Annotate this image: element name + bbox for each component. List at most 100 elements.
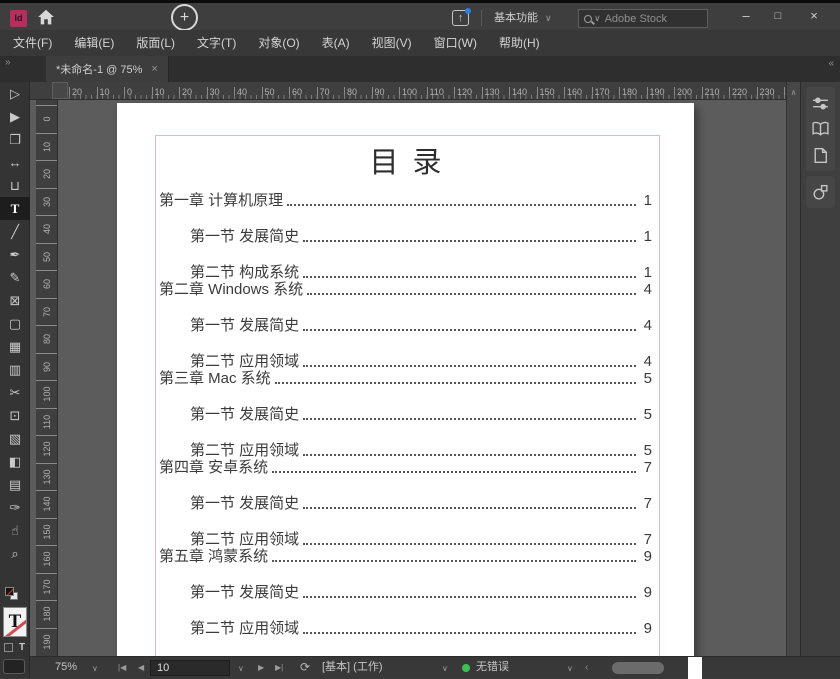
toc-entry[interactable]: 第一节 发展简史 4 xyxy=(159,315,652,336)
horizontal-grid-tool[interactable]: ▦ xyxy=(0,335,30,358)
toc-entry[interactable]: 第四章 安卓系统 7 xyxy=(159,457,652,478)
ruler-label: 120 xyxy=(454,87,482,99)
ruler-label: 190 xyxy=(36,627,57,656)
toc-entry-label: 第二章 Windows 系统 xyxy=(159,281,304,298)
gradient-feather-tool[interactable]: ◧ xyxy=(0,450,30,473)
last-page-button[interactable]: ▶| xyxy=(275,657,283,678)
toc-entry[interactable]: 第一节 发展简史 1 xyxy=(159,226,652,247)
toc-entry[interactable]: 第五章 鸿蒙系统 9 xyxy=(159,546,652,567)
menu-item[interactable]: 版面(L) xyxy=(125,30,186,56)
ruler-label: 70 xyxy=(316,87,345,99)
direct-selection-tool[interactable]: ▶ xyxy=(0,105,30,128)
toc-page-number: 1 xyxy=(643,192,652,209)
toc-entry[interactable]: 第一节 发展简史 5 xyxy=(159,404,652,425)
page-chevron-icon[interactable]: ∨ xyxy=(238,658,244,679)
menu-item[interactable]: 窗口(W) xyxy=(423,30,488,56)
horizontal-scrollbar-thumb[interactable] xyxy=(612,662,664,674)
toc-entry[interactable]: 第一章 计算机原理 1 xyxy=(159,190,652,211)
menu-item[interactable]: 表(A) xyxy=(311,30,361,56)
hand-tool[interactable]: ☝ xyxy=(0,519,30,542)
home-icon[interactable] xyxy=(37,8,55,26)
pen-tool[interactable]: ✒ xyxy=(0,243,30,266)
pages-panel-icon[interactable] xyxy=(807,116,835,142)
pasteboard[interactable]: 目录 第一章 计算机原理 1 第一节 发展简史 1 第二节 构成系统 1 第二章… xyxy=(30,82,786,656)
tools-panel-collapse-icon[interactable]: » xyxy=(5,57,11,68)
tab-close-icon[interactable]: × xyxy=(151,63,157,75)
toc-entry[interactable]: 第一节 发展简史 7 xyxy=(159,493,652,514)
preflight-menu-chevron-icon[interactable]: ∨ xyxy=(567,658,573,679)
selection-tool[interactable]: ▷ xyxy=(0,82,30,105)
properties-panel-icon[interactable] xyxy=(807,90,835,116)
ruler-origin-corner[interactable] xyxy=(52,82,68,99)
menu-item[interactable]: 编辑(E) xyxy=(63,30,125,56)
text-color-swatch[interactable]: T xyxy=(3,607,27,637)
zoom-chevron-icon[interactable]: ∨ xyxy=(92,658,98,679)
pencil-tool[interactable]: ✎ xyxy=(0,266,30,289)
preflight-profile[interactable]: [基本] (工作) xyxy=(322,657,383,678)
line-tool[interactable]: ╱ xyxy=(0,220,30,243)
workspace-switcher[interactable]: 基本功能 ∨ xyxy=(494,3,552,33)
gradient-swatch-tool[interactable]: ▧ xyxy=(0,427,30,450)
plus-annotation-circle[interactable]: + xyxy=(171,4,198,31)
formatting-affects-text-button[interactable]: T xyxy=(19,642,25,653)
titlebar: Id + ↑ 基本功能 ∨ ∨ – □ × xyxy=(0,0,840,33)
workspace-label: 基本功能 xyxy=(494,12,538,24)
layers-panel-icon[interactable] xyxy=(807,142,835,168)
note-tool[interactable]: ▤ xyxy=(0,473,30,496)
share-icon[interactable]: ↑ xyxy=(452,8,471,26)
vertical-scrollbar[interactable]: ∧ xyxy=(786,82,800,656)
menu-item[interactable]: 文字(T) xyxy=(186,30,247,56)
cc-libraries-panel-icon[interactable] xyxy=(807,179,835,205)
text-frame[interactable]: 目录 第一章 计算机原理 1 第一节 发展简史 1 第二节 构成系统 1 第二章… xyxy=(155,135,660,656)
document-page[interactable]: 目录 第一章 计算机原理 1 第一节 发展简史 1 第二节 构成系统 1 第二章… xyxy=(117,103,694,656)
toc-page-number: 5 xyxy=(643,370,652,387)
fill-stroke-swatches[interactable] xyxy=(4,587,22,601)
preflight-status-dot xyxy=(462,664,470,672)
scissors-tool[interactable]: ✂ xyxy=(0,381,30,404)
search-input[interactable] xyxy=(604,12,689,25)
profile-chevron-icon[interactable]: ∨ xyxy=(442,658,448,679)
vertical-ruler[interactable]: 0 10 20 30 40 50 60 70 80 90 100 110 120 130 140 150 160… xyxy=(36,100,58,656)
type-tool[interactable]: T xyxy=(0,197,30,220)
gap-tool[interactable]: ↔ xyxy=(0,151,30,174)
close-button[interactable]: × xyxy=(800,3,828,31)
menu-item[interactable]: 视图(V) xyxy=(361,30,423,56)
zoom-level[interactable]: 75% xyxy=(55,657,77,678)
menu-item[interactable]: 文件(F) xyxy=(2,30,63,56)
dock-collapse-icon[interactable]: « xyxy=(828,58,834,69)
preflight-status-text[interactable]: 无错误 xyxy=(476,657,509,678)
minimize-button[interactable]: – xyxy=(732,3,760,31)
adobe-stock-search[interactable]: ∨ xyxy=(578,9,708,28)
scroll-left-icon[interactable]: ‹ xyxy=(585,657,588,678)
vertical-grid-tool[interactable]: ▥ xyxy=(0,358,30,381)
statusbar: 75% ∨ |◀ ◀ ∨ ▶ ▶| ⟳ [基本] (工作) ∨ 无错误 ∨ ‹ xyxy=(30,656,840,679)
horizontal-ruler[interactable]: 20 10 0 10 20 30 40 50 60 70 80 90 100 110 120 130 140 15… xyxy=(30,82,788,100)
zoom-tool[interactable]: ⌕ xyxy=(0,542,30,565)
refresh-icon[interactable]: ⟳ xyxy=(300,657,310,678)
toc-entry[interactable]: 第二节 应用领域 9 xyxy=(159,618,652,639)
toc-leader-dots xyxy=(303,276,636,278)
formatting-affects-container-button[interactable] xyxy=(4,643,13,652)
scroll-up-icon[interactable]: ∧ xyxy=(791,88,797,97)
toc-entry[interactable]: 第二章 Windows 系统 4 xyxy=(159,279,652,300)
free-transform-tool[interactable]: ⊡ xyxy=(0,404,30,427)
frame-tool[interactable]: ⊠ xyxy=(0,289,30,312)
page-number-input[interactable] xyxy=(150,660,230,676)
content-collector-tool[interactable]: ⊔ xyxy=(0,174,30,197)
menu-item[interactable]: 帮助(H) xyxy=(488,30,551,56)
rectangle-tool[interactable]: ▢ xyxy=(0,312,30,335)
first-page-button[interactable]: |◀ xyxy=(118,657,126,678)
eyedropper-tool[interactable]: ✑ xyxy=(0,496,30,519)
document-tab[interactable]: *未命名-1 @ 75% × xyxy=(46,56,169,82)
next-page-button[interactable]: ▶ xyxy=(258,657,264,678)
menu-item[interactable]: 对象(O) xyxy=(247,30,310,56)
page-tool[interactable]: ❐ xyxy=(0,128,30,151)
screen-mode-button[interactable] xyxy=(3,659,25,674)
toc-entry[interactable]: 第三章 Mac 系统 5 xyxy=(159,368,652,389)
ruler-label: 150 xyxy=(36,517,57,546)
ruler-label: 220 xyxy=(729,87,757,99)
previous-page-button[interactable]: ◀ xyxy=(138,657,144,678)
maximize-button[interactable]: □ xyxy=(764,3,792,31)
toc-entry[interactable]: 第一节 发展简史 9 xyxy=(159,582,652,603)
fill-swatch[interactable] xyxy=(5,587,14,596)
